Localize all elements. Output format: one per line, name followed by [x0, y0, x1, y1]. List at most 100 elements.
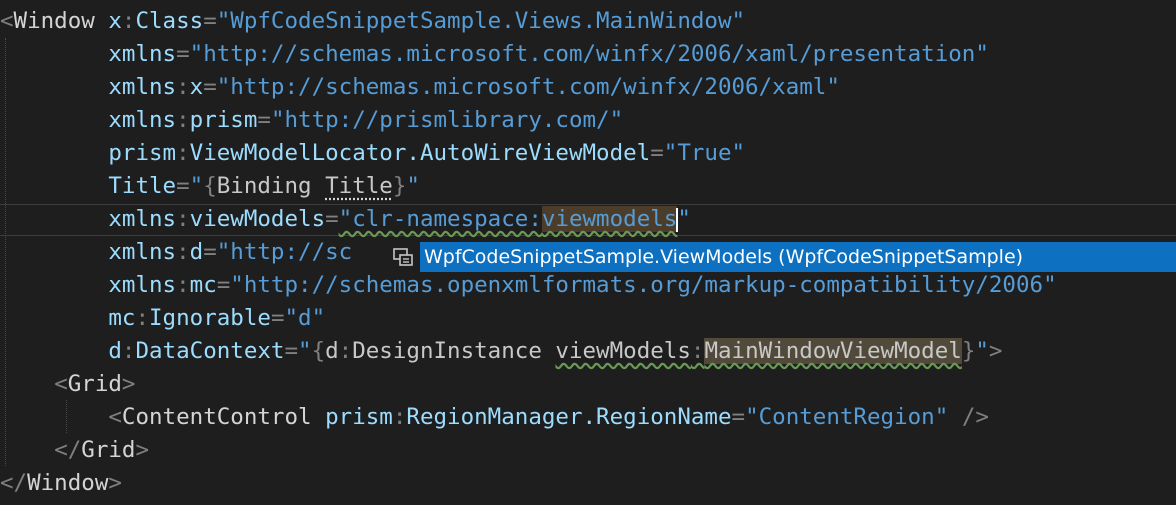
- code-token: "http://schemas.microsoft.com/winfx/2006…: [216, 74, 840, 100]
- code-token: >: [135, 437, 150, 463]
- code-token: =: [650, 140, 664, 166]
- code-line[interactable]: xmlns="http://schemas.microsoft.com/winf…: [0, 38, 989, 71]
- code-token: ": [406, 173, 420, 199]
- code-token: xmlns: [108, 272, 177, 298]
- code-token: =: [325, 206, 339, 232]
- code-token: xmlns: [108, 107, 177, 133]
- code-token: :: [135, 305, 150, 331]
- code-token: Title: [325, 173, 393, 199]
- code-token: "ContentRegion": [745, 404, 949, 430]
- code-token: Grid: [67, 371, 122, 397]
- code-line[interactable]: </Grid>: [0, 434, 149, 467]
- code-token: >: [988, 338, 1003, 364]
- code-token: ": [975, 338, 989, 364]
- code-token: :: [176, 107, 190, 133]
- code-token: =: [176, 41, 190, 67]
- code-token: xmlns: [108, 239, 177, 265]
- code-token: viewModels: [555, 338, 691, 364]
- code-token: xmlns: [108, 74, 177, 100]
- code-token: "True": [663, 140, 746, 166]
- code-line[interactable]: prism:ViewModelLocator.AutoWireViewModel…: [0, 137, 745, 170]
- code-token: <: [0, 8, 14, 34]
- code-token: d: [325, 338, 339, 364]
- code-token: =: [270, 305, 285, 331]
- code-token: DesignInstance: [352, 338, 556, 364]
- code-token: mc: [189, 272, 217, 298]
- code-token: =: [284, 338, 299, 364]
- completion-item-viewmodels[interactable]: WpfCodeSnippetSample.ViewModels (WpfCode…: [420, 242, 1176, 272]
- code-token: ": [298, 338, 312, 364]
- code-token: =: [731, 404, 746, 430]
- code-token: :: [176, 272, 190, 298]
- code-token: :: [690, 338, 705, 364]
- code-token: xmlns: [108, 41, 177, 67]
- code-line[interactable]: xmlns:prism="http://prismlibrary.com/": [0, 104, 623, 137]
- code-line[interactable]: <Grid>: [0, 368, 135, 401]
- code-token: :: [176, 206, 190, 232]
- code-editor[interactable]: <Window x:Class="WpfCodeSnippetSample.Vi…: [0, 0, 1176, 505]
- code-line[interactable]: xmlns:mc="http://schemas.openxmlformats.…: [0, 269, 1057, 302]
- code-token: }: [961, 338, 976, 364]
- code-token: "WpfCodeSnippetSample.Views.MainWindow": [216, 8, 746, 34]
- code-token: Ignorable: [149, 305, 271, 331]
- code-token: }: [392, 173, 407, 199]
- code-token: </: [0, 470, 28, 496]
- code-line[interactable]: xmlns:d="http://sc: [0, 236, 352, 269]
- code-token: viewModels: [189, 206, 326, 232]
- code-token: <: [54, 371, 68, 397]
- namespace-icon: [393, 248, 413, 266]
- code-token: Class: [135, 8, 204, 34]
- code-line[interactable]: xmlns:x="http://schemas.microsoft.com/wi…: [0, 71, 840, 104]
- code-token: viewmodels: [541, 206, 678, 232]
- code-token: =: [203, 74, 217, 100]
- code-token: d: [108, 338, 122, 364]
- code-token: ContentControl: [121, 404, 312, 430]
- code-token: <: [108, 404, 122, 430]
- code-line[interactable]: d:DataContext="{d:DesignInstance viewMod…: [0, 335, 1002, 368]
- code-token: />: [961, 404, 989, 430]
- code-token: x: [189, 74, 204, 100]
- code-token: "http://sc: [216, 239, 353, 265]
- code-line[interactable]: </Window>: [0, 467, 122, 500]
- code-token: :: [338, 338, 353, 364]
- code-token: RegionManager.RegionName: [406, 404, 732, 430]
- code-token: =: [176, 173, 190, 199]
- completion-popup: WpfCodeSnippetSample.ViewModels (WpfCode…: [386, 240, 1176, 272]
- code-line[interactable]: <ContentControl prism:RegionManager.Regi…: [0, 401, 989, 434]
- code-token: </: [54, 437, 82, 463]
- code-line[interactable]: Title="{Binding Title}": [0, 170, 420, 203]
- code-token: "http://prismlibrary.com/": [270, 107, 624, 133]
- code-token: ViewModelLocator.AutoWireViewModel: [189, 140, 651, 166]
- code-line[interactable]: mc:Ignorable="d": [0, 302, 325, 335]
- code-token: {: [311, 338, 326, 364]
- code-token: DataContext: [135, 338, 285, 364]
- code-token: "clr-namespace:: [338, 206, 542, 232]
- code-token: :: [121, 8, 136, 34]
- code-token: =: [257, 107, 271, 133]
- code-token: prism: [325, 404, 393, 430]
- code-token: ": [677, 206, 691, 232]
- code-token: :: [176, 140, 190, 166]
- code-line[interactable]: <Window x:Class="WpfCodeSnippetSample.Vi…: [0, 5, 745, 38]
- code-token: mc: [108, 305, 136, 331]
- code-token: prism: [108, 140, 177, 166]
- code-token: "http://schemas.openxmlformats.org/marku…: [230, 272, 1057, 298]
- code-token: Title: [108, 173, 177, 199]
- code-token: Binding: [216, 173, 326, 199]
- code-token: =: [216, 272, 231, 298]
- code-token: {: [203, 173, 217, 199]
- code-line[interactable]: xmlns:viewModels="clr-namespace:viewmode…: [0, 203, 691, 236]
- code-token: =: [203, 239, 217, 265]
- code-token: MainWindowViewModel: [704, 338, 962, 364]
- code-token: =: [203, 8, 217, 34]
- code-token: >: [108, 470, 122, 496]
- code-token: "d": [284, 305, 326, 331]
- code-token: x: [108, 8, 122, 34]
- code-token: Window: [13, 8, 95, 34]
- code-token: prism: [189, 107, 258, 133]
- code-token: >: [121, 371, 136, 397]
- code-token: "http://schemas.microsoft.com/winfx/2006…: [189, 41, 989, 67]
